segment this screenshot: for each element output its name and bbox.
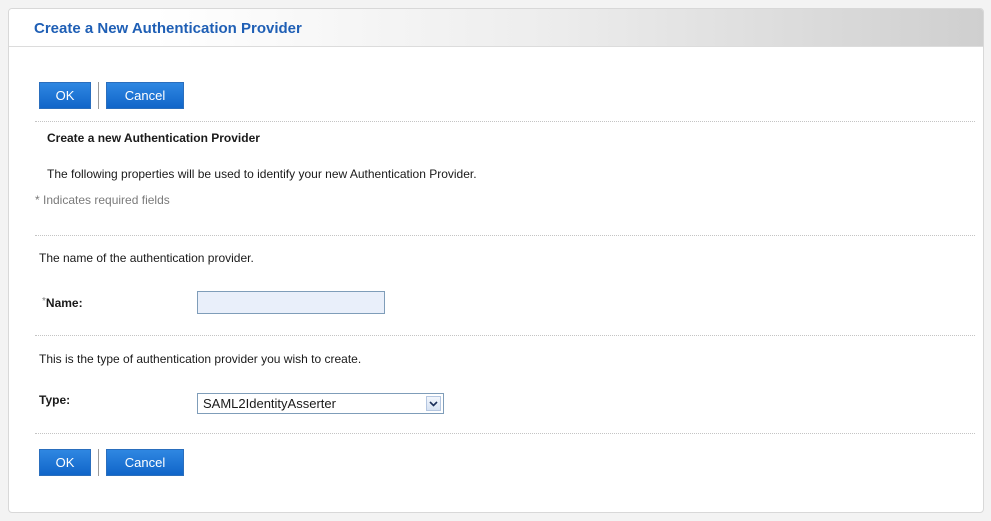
divider [35,433,975,434]
chevron-down-icon[interactable] [426,396,441,411]
divider [35,335,975,336]
cancel-button[interactable]: Cancel [106,449,184,476]
name-label: *Name: [42,296,83,310]
create-provider-panel: Create a New Authentication Provider OK … [8,8,984,513]
button-separator [98,82,99,109]
page-title: Create a New Authentication Provider [34,20,302,37]
required-fields-note: * Indicates required fields [35,193,170,207]
type-help-text: This is the type of authentication provi… [39,352,362,366]
ok-button[interactable]: OK [39,82,91,109]
type-select-value: SAML2IdentityAsserter [203,396,336,411]
cancel-button[interactable]: Cancel [106,82,184,109]
ok-button[interactable]: OK [39,449,91,476]
section-description: The following properties will be used to… [47,167,477,181]
title-bar: Create a New Authentication Provider [9,9,983,47]
name-input[interactable] [197,291,385,314]
type-label: Type: [39,393,71,407]
divider [35,121,975,122]
section-heading: Create a new Authentication Provider [47,131,260,145]
bottom-button-bar: OK Cancel [39,449,184,476]
name-label-text: Name: [45,296,83,310]
divider [35,235,975,236]
top-button-bar: OK Cancel [39,82,184,109]
type-select[interactable]: SAML2IdentityAsserter [197,393,444,414]
button-separator [98,449,99,476]
name-help-text: The name of the authentication provider. [39,251,254,265]
